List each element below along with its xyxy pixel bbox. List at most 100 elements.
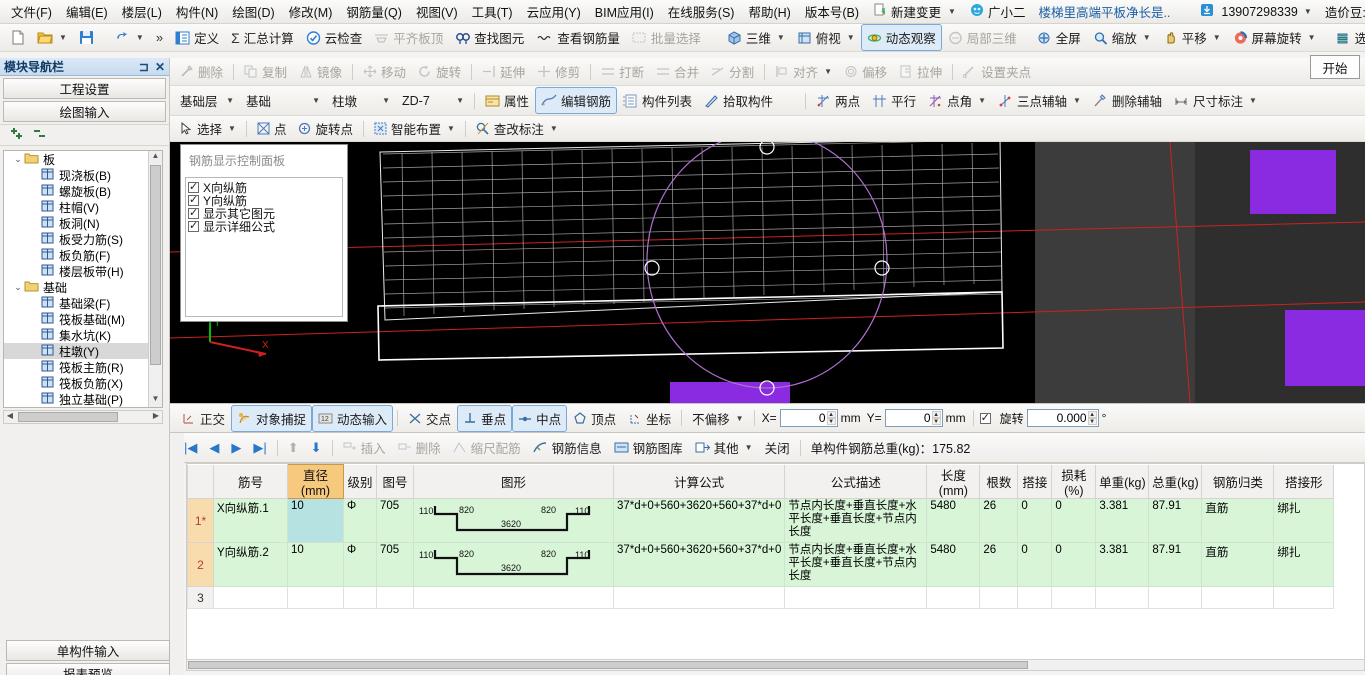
close-table-button[interactable]: 关闭 [759, 434, 796, 461]
table-row[interactable]: 3 [187, 586, 1335, 609]
view-rebar-qty-button[interactable]: 查看钢筋量 [530, 24, 626, 51]
menu-item-floor[interactable]: 楼层(L) [115, 0, 169, 24]
tree-item-基础梁F[interactable]: 基础梁(F) [4, 295, 148, 311]
select-tool-chevron-down-icon[interactable]: ▼ [228, 124, 236, 133]
cell-diameter[interactable]: 10 [287, 542, 344, 587]
other-chevron-down-icon[interactable]: ▼ [745, 443, 753, 452]
component-chevron-down-icon[interactable]: ▼ [456, 96, 464, 105]
tree-item-现浇板B[interactable]: 现浇板(B) [4, 167, 148, 183]
table-header-shape[interactable]: 图形 [413, 464, 614, 499]
table-header-laptype[interactable]: 搭接形 [1273, 464, 1335, 499]
point-tool-button[interactable]: 点 [251, 115, 293, 142]
single-component-input-button[interactable]: 单构件输入 [6, 640, 170, 661]
table-row[interactable]: 1* X向纵筋.1 10 Φ 705 110 820 3620 820 110 37*d+0+560… [187, 498, 1335, 543]
checkbox-y-rebar[interactable] [188, 193, 199, 206]
x-input[interactable]: 0 ▲ ▼ [779, 409, 838, 427]
ortho-mode-button[interactable]: 正交 [176, 405, 231, 432]
table-header-drawno[interactable]: 图号 [376, 464, 414, 499]
offset-button[interactable]: 偏移 [838, 58, 893, 85]
project-settings-button[interactable]: 工程设置 [3, 78, 166, 99]
floor-selector[interactable]: 基础层 ▼ [174, 87, 240, 114]
tree-item-板洞N[interactable]: 板洞(N) [4, 215, 148, 231]
batch-select-button[interactable]: 批量选择 [626, 24, 707, 51]
cell-lap[interactable]: 0 [1017, 542, 1053, 587]
scroll-right-arrow-icon[interactable]: ▶ [150, 411, 162, 423]
cell-rowno[interactable]: 2 [187, 542, 214, 587]
menu-item-view[interactable]: 视图(V) [409, 0, 465, 24]
cell-length[interactable]: 5480 [926, 542, 981, 587]
cell-drawno[interactable]: 705 [376, 498, 414, 543]
cell-grade[interactable] [343, 586, 377, 609]
vertex-snap-button[interactable]: 顶点 [567, 405, 622, 432]
other-button[interactable]: 其他 ▼ [689, 434, 759, 461]
component-selector[interactable]: ZD-7 ▼ [396, 90, 470, 112]
report-preview-button[interactable]: 报表预览 [6, 663, 170, 675]
cell-drawno[interactable]: 705 [376, 542, 414, 587]
check-annotation-button[interactable]: 查改标注 ▼ [470, 115, 564, 142]
menu-item-tools[interactable]: 工具(T) [465, 0, 520, 24]
point-angle-chevron-down-icon[interactable]: ▼ [978, 96, 986, 105]
three-d-button[interactable]: 三维 ▼ [721, 24, 791, 51]
account-phone[interactable]: 13907298339 [1218, 5, 1300, 19]
assistant-button[interactable]: 广小二 [963, 0, 1033, 24]
menu-item-edit[interactable]: 编辑(E) [59, 0, 115, 24]
tree-item-条形基础T[interactable]: 条形基础(T) [4, 407, 148, 408]
tree-item-筏板基础M[interactable]: 筏板基础(M) [4, 311, 148, 327]
top-view-chevron-down-icon[interactable]: ▼ [847, 33, 855, 42]
category-chevron-down-icon[interactable]: ▼ [312, 96, 320, 105]
cell-count[interactable]: 26 [979, 498, 1019, 543]
cloud-check-button[interactable]: 云检查 [300, 24, 369, 51]
cell-drawno[interactable] [376, 586, 414, 609]
tree-expander-icon[interactable]: ⌄ [12, 154, 24, 165]
object-snap-button[interactable]: 对象捕捉 [231, 404, 313, 432]
x-spinner[interactable]: ▲ ▼ [826, 411, 836, 426]
pin-icon[interactable]: ⊐ [139, 60, 149, 74]
cell-length[interactable] [926, 586, 981, 609]
cell-length[interactable]: 5480 [926, 498, 981, 543]
tree-expander-icon[interactable]: ⌄ [12, 282, 24, 293]
cell-grade[interactable]: Φ [343, 542, 377, 587]
tree-horizontal-scrollbar[interactable]: ◀ ▶ [3, 410, 163, 424]
screen-rotate-chevron-down-icon[interactable]: ▼ [1308, 33, 1316, 42]
next-record-icon[interactable]: ▶ [225, 438, 247, 458]
zoom-button[interactable]: 缩放 ▼ [1087, 24, 1157, 51]
component-type-selector[interactable]: 柱墩 ▼ [326, 87, 396, 114]
drawing-viewport[interactable]: Y X [170, 142, 1365, 403]
floor-chevron-down-icon[interactable]: ▼ [226, 96, 234, 105]
scale-rebar-button[interactable]: 缩尺配筋 [447, 434, 527, 461]
three-point-axis-button[interactable]: 三点辅轴 ▼ [992, 87, 1087, 114]
cell-loss[interactable] [1051, 586, 1097, 609]
start-tip-button[interactable]: 开始 [1310, 55, 1360, 79]
mirror-button[interactable]: 镜像 [293, 58, 348, 85]
cell-desc[interactable]: 节点内长度+垂直长度+水平长度+垂直长度+节点内长度 [784, 498, 928, 543]
three-point-chevron-down-icon[interactable]: ▼ [1073, 96, 1081, 105]
tree-item-基础[interactable]: ⌄ 基础 [4, 279, 148, 295]
checkbox-show-formula[interactable] [188, 219, 199, 232]
cell-shape[interactable] [413, 586, 614, 609]
close-icon[interactable]: ✕ [155, 60, 165, 74]
rebar-info-button[interactable]: 钢筋信息 [527, 434, 608, 461]
table-header-totalweight[interactable]: 总重(kg) [1148, 464, 1203, 499]
new-file-button[interactable] [4, 26, 31, 49]
align-button[interactable]: 对齐 ▼ [769, 58, 838, 85]
table-header-rowno[interactable] [187, 464, 214, 499]
midpoint-snap-button[interactable]: 中点 [512, 404, 568, 432]
menu-item-online-service[interactable]: 在线服务(S) [661, 0, 742, 24]
orbit-button[interactable]: 动态观察 [860, 24, 942, 51]
undo-button[interactable]: ▼ [108, 26, 150, 49]
table-header-name[interactable]: 筋号 [213, 464, 288, 499]
menu-item-bim[interactable]: BIM应用(I) [588, 0, 661, 24]
rebar-display-control-panel[interactable]: 钢筋显示控制面板 X向纵筋 Y向纵筋 显示其它图元 显示详细公式 [180, 144, 348, 322]
cell-loss[interactable]: 0 [1051, 498, 1097, 543]
y-input[interactable]: 0 ▲ ▼ [884, 409, 943, 427]
copy-button[interactable]: 复制 [238, 58, 293, 85]
table-horizontal-scrollbar[interactable] [186, 659, 1365, 671]
tree-item-独立基础P[interactable]: 独立基础(P) [4, 391, 148, 407]
align-chevron-down-icon[interactable]: ▼ [824, 67, 832, 76]
summary-calc-button[interactable]: Σ 汇总计算 [225, 24, 300, 51]
cell-diameter[interactable]: 10 [287, 498, 344, 543]
save-button[interactable] [73, 26, 100, 49]
extend-button[interactable]: 延伸 [476, 58, 531, 85]
cell-formula[interactable]: 37*d+0+560+3620+560+37*d+0 [612, 498, 786, 543]
cell-rowno[interactable]: 3 [187, 586, 214, 609]
